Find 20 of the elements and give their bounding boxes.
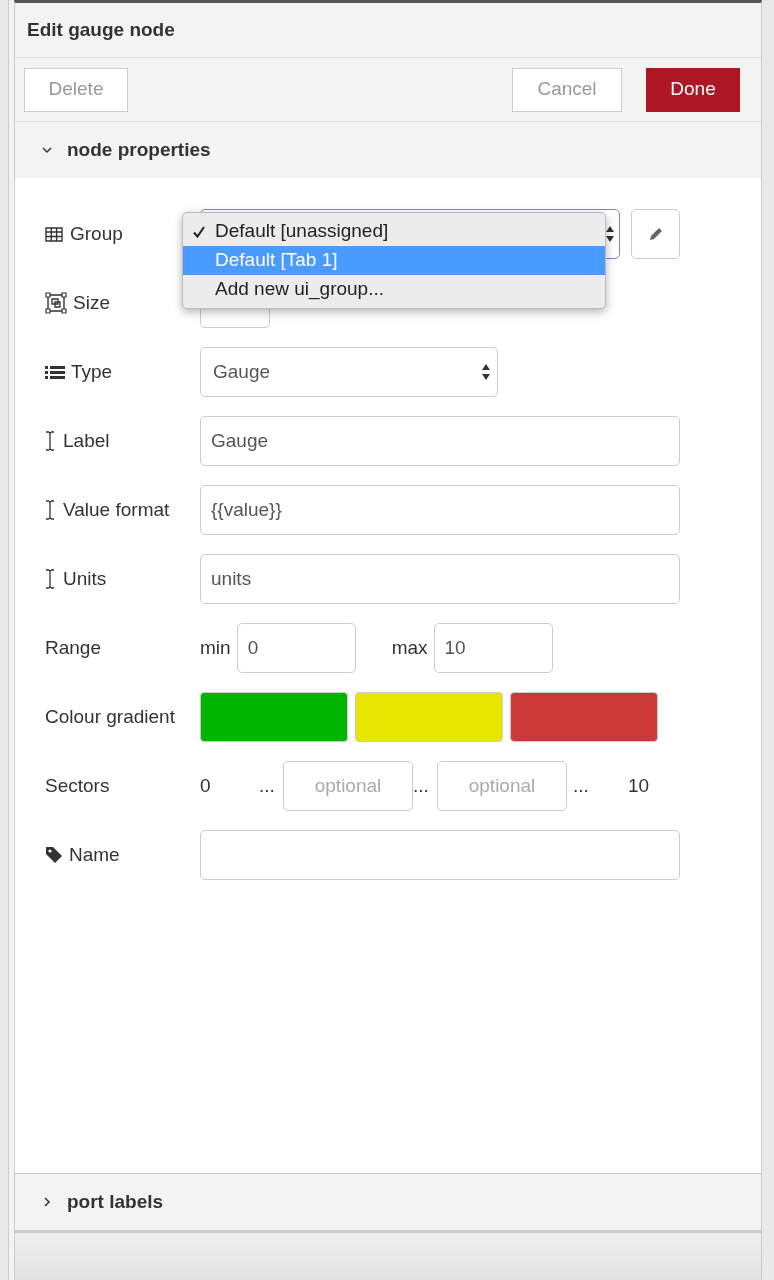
field-label: Name xyxy=(69,842,120,867)
min-label: min xyxy=(200,635,231,660)
max-label: max xyxy=(391,635,428,660)
field-label: Sectors xyxy=(45,773,110,798)
field-label: Type xyxy=(71,359,113,384)
sector-start: 0 xyxy=(200,773,212,798)
field-label: Units xyxy=(63,566,107,591)
field-label: Label xyxy=(63,428,110,453)
field-label: Colour gradient xyxy=(45,704,175,729)
ellipsis: ... xyxy=(573,773,590,798)
field-label: Size xyxy=(73,290,110,315)
ellipsis: ... xyxy=(413,773,430,798)
section-title: port labels xyxy=(67,1189,164,1214)
field-label: Group xyxy=(70,221,123,246)
window-title: Edit gauge node xyxy=(27,17,175,42)
section-title: node properties xyxy=(67,137,211,162)
ellipsis: ... xyxy=(259,773,276,798)
field-label: Range xyxy=(45,635,101,660)
sector-end: 10 xyxy=(628,773,650,798)
field-label: Value format xyxy=(63,497,170,522)
